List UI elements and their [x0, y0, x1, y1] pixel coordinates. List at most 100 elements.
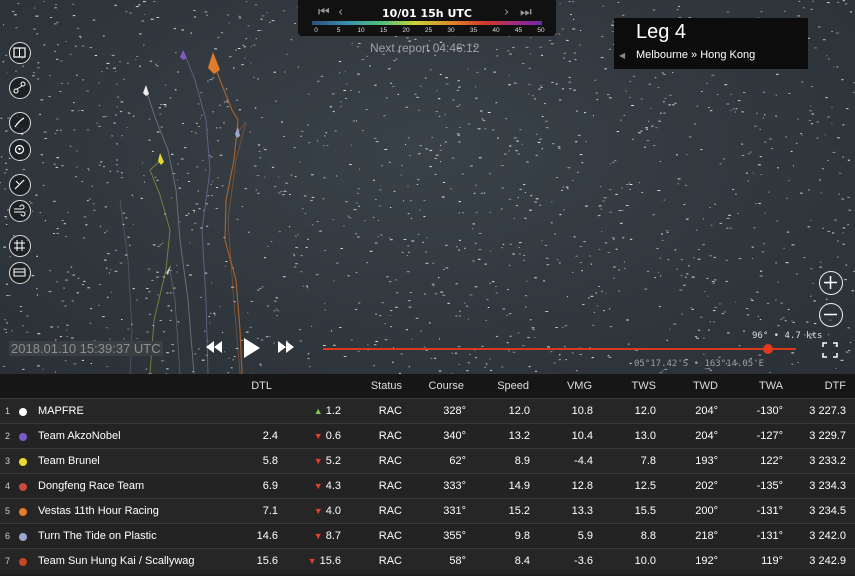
cell-twa: -127°: [756, 430, 783, 442]
trend-down-icon: ▼: [307, 556, 317, 566]
team-name[interactable]: MAPFRE: [38, 405, 84, 417]
header-dtf[interactable]: DTF: [806, 380, 846, 392]
header-twa[interactable]: TWA: [743, 380, 783, 392]
scale-label: 45: [514, 27, 523, 34]
wind-speed-scale: [312, 21, 542, 25]
table-row[interactable]: 6 Turn The Tide on Plastic ▼ 8.7 14.6 RAC 355…: [0, 523, 855, 549]
timeline-slider[interactable]: [323, 348, 796, 350]
trend-up-icon: ▲: [313, 406, 323, 416]
cell-tws: 8.8: [640, 530, 656, 542]
boat-brunel[interactable]: [158, 153, 164, 165]
team-color-dot: [19, 558, 27, 566]
compass-icon[interactable]: [9, 174, 31, 196]
boat-vestas[interactable]: [208, 52, 220, 74]
table-icon[interactable]: [9, 262, 31, 284]
team-name[interactable]: Dongfeng Race Team: [38, 480, 144, 492]
route-icon[interactable]: [9, 77, 31, 99]
next-report-countdown: Next report 04:46:12: [370, 41, 480, 55]
map-book-icon[interactable]: [9, 42, 31, 64]
cell-vmg: -3.6: [574, 555, 593, 567]
cell-dtf: 3 229.7: [809, 430, 846, 442]
grid-icon[interactable]: [9, 235, 31, 257]
play-button[interactable]: [243, 337, 261, 359]
sail-face-icon[interactable]: [9, 139, 31, 161]
boat-akzonobel[interactable]: [180, 50, 187, 60]
team-name[interactable]: Team Sun Hung Kai / Scallywag: [38, 555, 195, 567]
boat-turn-the-tide[interactable]: [235, 127, 240, 138]
table-row[interactable]: 1 MAPFRE ▲ 1.2 RAC 328° 12.0 10.8 12.0 204° -130°…: [0, 398, 855, 424]
cell-twa: -131°: [756, 505, 783, 517]
cell-dtl: 15.6: [256, 555, 278, 567]
cell-tws: 12.5: [634, 480, 656, 492]
team-name[interactable]: Team AkzoNobel: [38, 430, 121, 442]
rank: 4: [5, 481, 11, 491]
cell-status: RAC: [378, 430, 402, 442]
scale-label: 20: [402, 27, 410, 34]
scale-label: 50: [537, 27, 545, 34]
table-row[interactable]: 5 Vestas 11th Hour Racing ▼ 4.0 7.1 RAC 331° 1…: [0, 498, 855, 524]
header-dtl[interactable]: DTL: [236, 380, 272, 392]
header-tws[interactable]: TWS: [616, 380, 656, 392]
cell-speed: 15.2: [508, 505, 530, 517]
cell-twa: 122°: [760, 455, 783, 467]
cell-dtl: 2.4: [262, 430, 278, 442]
cell-twd: 202°: [695, 480, 718, 492]
minus-icon: [824, 313, 837, 316]
fast-forward-button[interactable]: [277, 337, 295, 357]
team-color-dot: [19, 458, 27, 466]
cell-course: 328°: [443, 405, 466, 417]
cell-twa: -130°: [756, 405, 783, 417]
cell-course: 331°: [443, 505, 466, 517]
last-report-button[interactable]: ⏭: [520, 6, 532, 19]
rank: 1: [5, 406, 11, 416]
zoom-in-button[interactable]: [819, 271, 843, 295]
wind-lines-icon[interactable]: [9, 112, 31, 134]
scale-label: 40: [492, 27, 500, 34]
team-color-dot: [19, 483, 27, 491]
leg-selector[interactable]: Leg 4 ◀ Melbourne » Hong Kong: [614, 18, 808, 69]
cell-dtf: 3 234.5: [809, 505, 846, 517]
caret-left-icon[interactable]: ◀: [619, 51, 625, 60]
team-name[interactable]: Vestas 11th Hour Racing: [38, 505, 159, 517]
cell-vmg: 5.9: [577, 530, 593, 542]
cell-course: 333°: [443, 480, 466, 492]
cell-vmg: 10.4: [571, 430, 593, 442]
zoom-out-button[interactable]: [819, 303, 843, 327]
cell-dtf: 3 242.9: [809, 555, 846, 567]
trend-down-icon: ▼: [313, 456, 323, 466]
rank: 7: [5, 556, 11, 566]
cell-vmg: 10.8: [571, 405, 593, 417]
change-value: 0.6: [325, 430, 341, 442]
table-row[interactable]: 3 Team Brunel ▼ 5.2 5.8 RAC 62° 8.9 -4.4 7.8 193°…: [0, 448, 855, 474]
rewind-button[interactable]: [205, 337, 223, 357]
scale-label: 5: [336, 27, 341, 34]
boat-mapfre[interactable]: [143, 85, 149, 96]
cell-twd: 218°: [695, 530, 718, 542]
wind-gust-icon[interactable]: [9, 200, 31, 222]
header-course[interactable]: Course: [424, 380, 464, 392]
team-name[interactable]: Turn The Tide on Plastic: [38, 530, 157, 542]
header-vmg[interactable]: VMG: [552, 380, 592, 392]
next-report-button[interactable]: ›: [504, 6, 509, 19]
timeline-handle[interactable]: [763, 344, 773, 354]
cell-speed: 14.9: [508, 480, 530, 492]
trend-down-icon: ▼: [313, 531, 323, 541]
cell-tws: 12.0: [634, 405, 656, 417]
cell-status: RAC: [378, 455, 402, 467]
scale-label: 15: [379, 27, 388, 34]
header-speed[interactable]: Speed: [489, 380, 529, 392]
cell-dtf: 3 227.3: [809, 405, 846, 417]
change-value: 15.6: [319, 555, 341, 567]
team-name[interactable]: Team Brunel: [38, 455, 100, 467]
rank-change: ▲ 1.2: [296, 405, 341, 417]
table-row[interactable]: 7 Team Sun Hung Kai / Scallywag ▼ 15.6 15.6…: [0, 548, 855, 574]
fullscreen-icon[interactable]: [822, 342, 838, 358]
cell-status: RAC: [378, 505, 402, 517]
scale-label: 25: [424, 27, 433, 34]
race-map[interactable]: ⏮ ‹ 10/01 15h UTC › ⏭ 0 5 10 15 20 25 30 35 40 45…: [0, 0, 855, 374]
table-row[interactable]: 2 Team AkzoNobel ▼ 0.6 2.4 RAC 340° 13.2 10.4 13…: [0, 423, 855, 449]
header-status[interactable]: Status: [362, 380, 402, 392]
header-twd[interactable]: TWD: [678, 380, 718, 392]
table-row[interactable]: 4 Dongfeng Race Team ▼ 4.3 6.9 RAC 333° 14.9 12…: [0, 473, 855, 499]
leg-route: Melbourne » Hong Kong: [636, 49, 756, 61]
